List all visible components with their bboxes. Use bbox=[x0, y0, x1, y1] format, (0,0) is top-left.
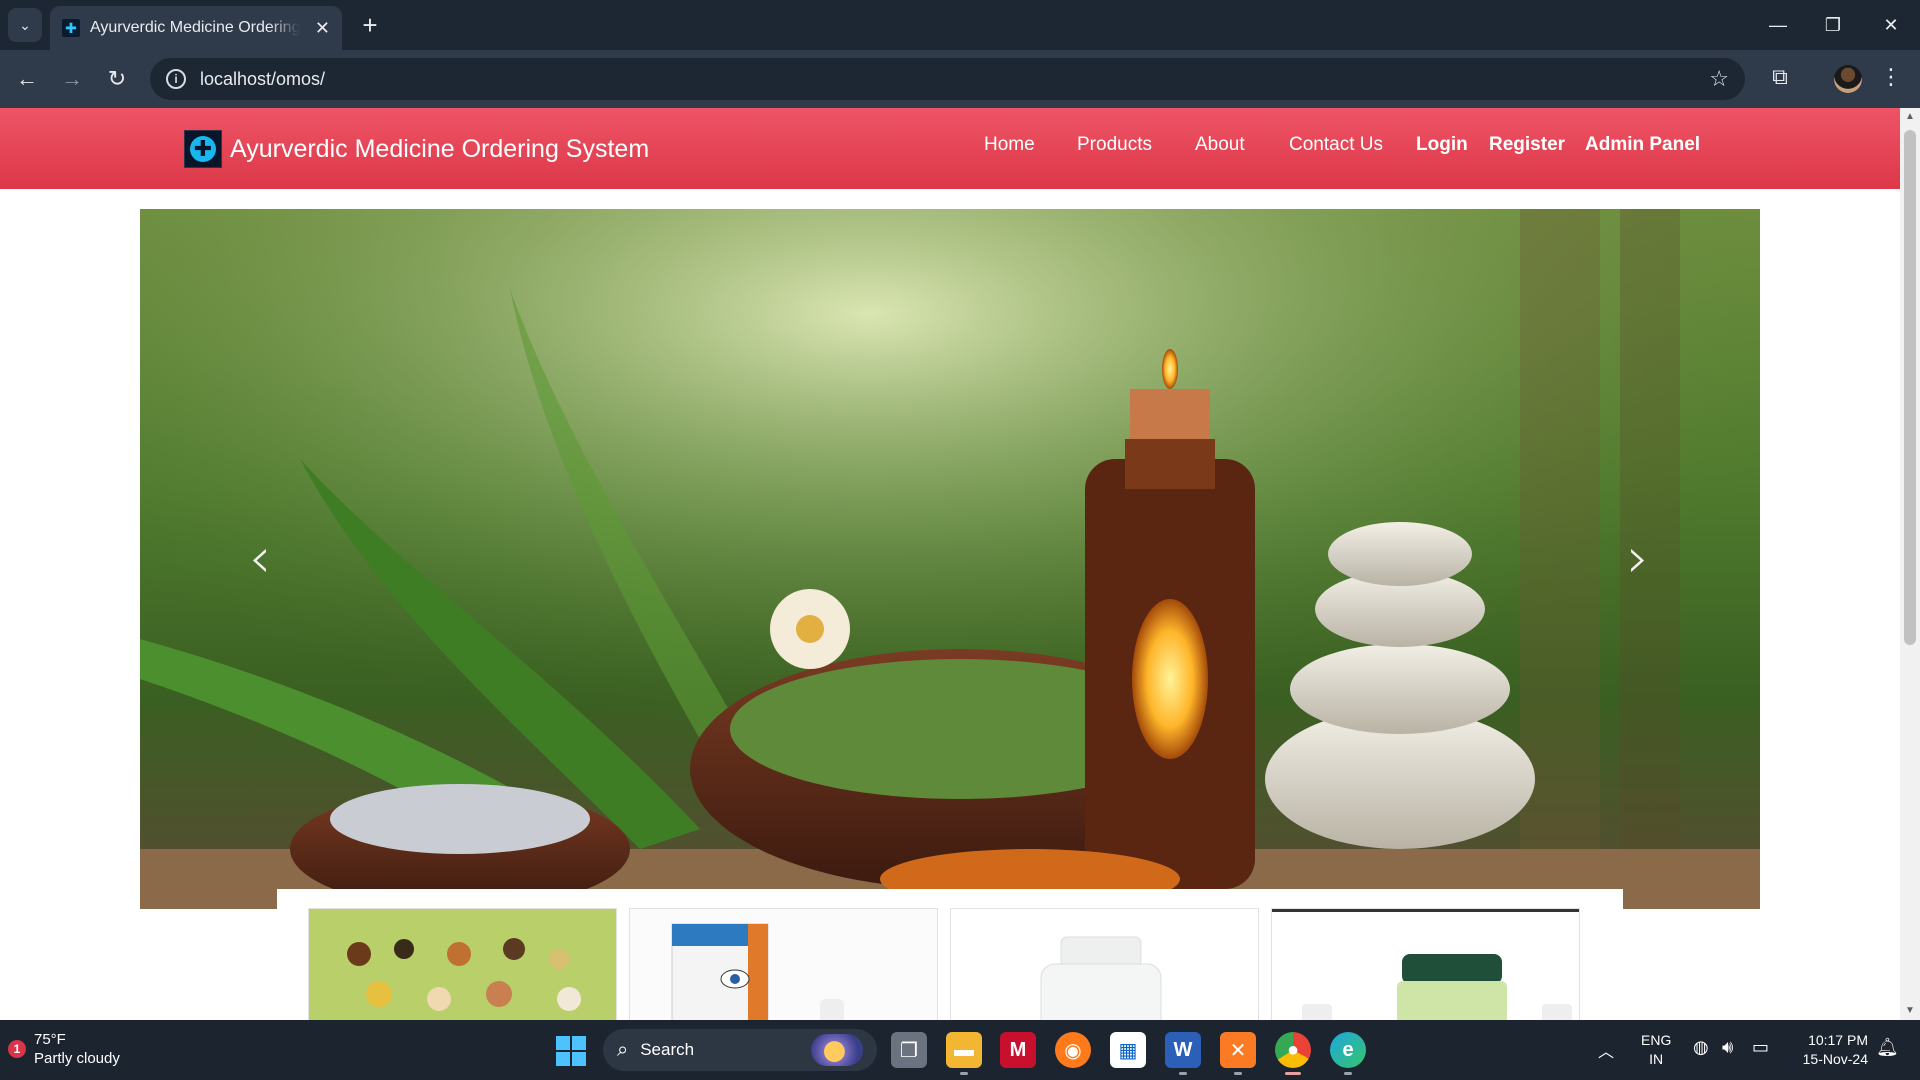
tab-title: Ayurverdic Medicine Ordering System bbox=[90, 19, 300, 36]
forward-arrow-icon[interactable]: → bbox=[56, 63, 88, 95]
profile-avatar[interactable] bbox=[1834, 65, 1862, 93]
weather-condition: Partly cloudy bbox=[34, 1050, 120, 1067]
search-highlight-image bbox=[811, 1034, 863, 1066]
product-card[interactable] bbox=[1271, 908, 1580, 1020]
start-windows-icon[interactable] bbox=[556, 1036, 586, 1066]
page-scrollbar[interactable]: ▲ ▼ bbox=[1900, 108, 1920, 1020]
carousel-next-arrow[interactable]: › bbox=[1618, 531, 1658, 587]
system-clock[interactable]: 10:17 PM 15-Nov-24 bbox=[1788, 1031, 1868, 1069]
site-info-icon[interactable]: i bbox=[166, 69, 186, 89]
edge-icon[interactable]: e bbox=[1330, 1032, 1366, 1068]
search-icon: ⌕ bbox=[617, 1038, 629, 1061]
tab-search-chevron-icon[interactable]: ⌄ bbox=[8, 8, 42, 42]
products-strip bbox=[277, 889, 1623, 1020]
weather-alert-badge: 1 bbox=[8, 1040, 26, 1058]
clock-time: 10:17 PM bbox=[1808, 1032, 1868, 1048]
bookmark-star-icon[interactable]: ☆ bbox=[1709, 66, 1729, 92]
browser-toolbar: ← → ↻ i localhost/omos/ ☆ ⧉ ⋮ bbox=[0, 50, 1920, 108]
product-card[interactable] bbox=[950, 908, 1259, 1020]
back-arrow-icon[interactable]: ← bbox=[11, 63, 43, 95]
nav-register-link[interactable]: Register bbox=[1489, 134, 1565, 156]
task-view-icon[interactable]: ❐ bbox=[891, 1032, 927, 1068]
product-card[interactable] bbox=[308, 908, 617, 1020]
network-globe-icon[interactable]: ◍ bbox=[1693, 1037, 1709, 1058]
new-tab-button[interactable]: + bbox=[355, 10, 385, 40]
extensions-puzzle-icon[interactable]: ⧉ bbox=[1765, 64, 1795, 94]
windows-taskbar: 1 75°F Partly cloudy ⌕ Search ❐ ▬ M ◉ ▦ … bbox=[0, 1020, 1920, 1080]
firefox-icon[interactable]: ◉ bbox=[1055, 1032, 1091, 1068]
site-brand[interactable]: ✚ Ayurverdic Medicine Ordering System bbox=[184, 130, 649, 168]
product-image bbox=[951, 909, 1258, 1020]
restore-button[interactable]: ❐ bbox=[1813, 10, 1853, 40]
microsoft-store-icon[interactable]: ▦ bbox=[1110, 1032, 1146, 1068]
nav-admin-panel-link[interactable]: Admin Panel bbox=[1585, 134, 1700, 156]
brand-logo-icon: ✚ bbox=[184, 130, 222, 168]
brand-name[interactable]: Ayurverdic Medicine Ordering System bbox=[230, 135, 649, 164]
taskbar-search-box[interactable]: ⌕ Search bbox=[603, 1029, 877, 1071]
tray-overflow-chevron-icon[interactable]: ︿ bbox=[1598, 1038, 1614, 1062]
hero-image bbox=[140, 209, 1760, 909]
browser-menu-icon[interactable]: ⋮ bbox=[1880, 64, 1902, 90]
tab-favicon-icon: ✚ bbox=[62, 19, 80, 37]
nav-contact-link[interactable]: Contact Us bbox=[1289, 134, 1383, 156]
nav-home-link[interactable]: Home bbox=[984, 134, 1035, 156]
tab-close-icon[interactable]: ✕ bbox=[315, 18, 330, 39]
carousel-prev-arrow[interactable]: ‹ bbox=[240, 531, 280, 587]
language-indicator[interactable]: ENG IN bbox=[1641, 1031, 1671, 1069]
browser-tabstrip: ⌄ ✚ Ayurverdic Medicine Ordering System … bbox=[0, 0, 1920, 50]
url-text[interactable]: localhost/omos/ bbox=[200, 69, 325, 90]
site-navbar: ✚ Ayurverdic Medicine Ordering System Ho… bbox=[0, 108, 1900, 189]
xampp-icon[interactable]: ✕ bbox=[1220, 1032, 1256, 1068]
battery-icon[interactable]: ▭ bbox=[1752, 1037, 1769, 1058]
nav-about-link[interactable]: About bbox=[1195, 134, 1245, 156]
nav-products-link[interactable]: Products bbox=[1077, 134, 1152, 156]
reload-icon[interactable]: ↻ bbox=[101, 63, 133, 95]
clock-date: 15-Nov-24 bbox=[1802, 1051, 1868, 1067]
product-image bbox=[630, 909, 937, 1020]
file-explorer-icon[interactable]: ▬ bbox=[946, 1032, 982, 1068]
page-viewport: ✚ Ayurverdic Medicine Ordering System Ho… bbox=[0, 108, 1900, 1020]
hero-carousel: ‹ › bbox=[140, 209, 1760, 909]
weather-widget[interactable]: 1 75°F Partly cloudy bbox=[8, 1030, 120, 1068]
volume-icon[interactable]: 🔊︎ bbox=[1722, 1037, 1733, 1058]
scroll-up-arrow-icon[interactable]: ▲ bbox=[1900, 108, 1920, 126]
search-label: Search bbox=[640, 1040, 695, 1059]
weather-temperature: 75°F bbox=[34, 1031, 66, 1048]
minimize-button[interactable]: — bbox=[1758, 10, 1798, 40]
product-image bbox=[1272, 909, 1579, 1020]
notification-bell-icon[interactable]: 🔔︎ bbox=[1876, 1037, 1899, 1058]
region-code: IN bbox=[1649, 1051, 1664, 1067]
address-bar[interactable]: i localhost/omos/ ☆ bbox=[150, 58, 1745, 100]
browser-tab-active[interactable]: ✚ Ayurverdic Medicine Ordering System ✕ bbox=[50, 6, 342, 50]
product-card[interactable] bbox=[629, 908, 938, 1020]
mcafee-icon[interactable]: M bbox=[1000, 1032, 1036, 1068]
language-code: ENG bbox=[1641, 1032, 1672, 1048]
word-icon[interactable]: W bbox=[1165, 1032, 1201, 1068]
nav-login-link[interactable]: Login bbox=[1416, 134, 1468, 156]
product-image bbox=[309, 909, 616, 1020]
window-close-button[interactable]: ✕ bbox=[1871, 10, 1911, 40]
chrome-icon[interactable]: ● bbox=[1275, 1032, 1311, 1068]
scrollbar-thumb[interactable] bbox=[1904, 130, 1916, 645]
scroll-down-arrow-icon[interactable]: ▼ bbox=[1900, 1002, 1920, 1020]
